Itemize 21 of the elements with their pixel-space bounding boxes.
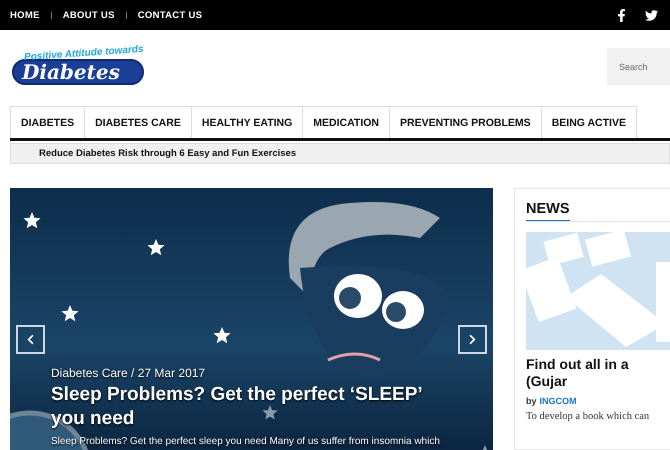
next-slide-button[interactable] (458, 325, 487, 354)
bird-icon[interactable] (645, 8, 658, 22)
f-letter-icon[interactable] (615, 8, 628, 22)
post-title[interactable]: Find out all in a (Gujar (526, 356, 670, 390)
previous-slide-button[interactable] (16, 325, 45, 354)
slide-title[interactable]: Sleep Problems? Get the perfect ‘SLEEP’ you need (51, 383, 451, 430)
post-meta: Diabetes Care / 27 Mar 2017 (51, 366, 206, 380)
byline-label: by (526, 396, 537, 406)
author-link[interactable]: INGCOM (540, 396, 577, 406)
ticker-link[interactable]: Reduce Diabetes Risk through 6 Easy and Fun Exercises (39, 148, 296, 159)
chevron-left-icon (25, 334, 36, 345)
search-field[interactable]: Search (607, 48, 670, 85)
logo-wordmark: Diabetes (12, 58, 144, 84)
chevron-right-icon (467, 334, 478, 345)
post-excerpt: To develop a book which can (526, 410, 650, 424)
top-nav-link[interactable]: CONTACT US (138, 10, 202, 20)
top-nav-link[interactable]: ABOUT US (62, 10, 115, 20)
nav-item[interactable]: BEING ACTIVE (540, 106, 637, 138)
top-nav-link[interactable]: HOME (10, 10, 40, 20)
nav-item[interactable]: DIABETES (10, 106, 86, 138)
slide-excerpt: Sleep Problems? Get the perfect sleep you need Many of us suffer from insomnia which (51, 436, 441, 446)
